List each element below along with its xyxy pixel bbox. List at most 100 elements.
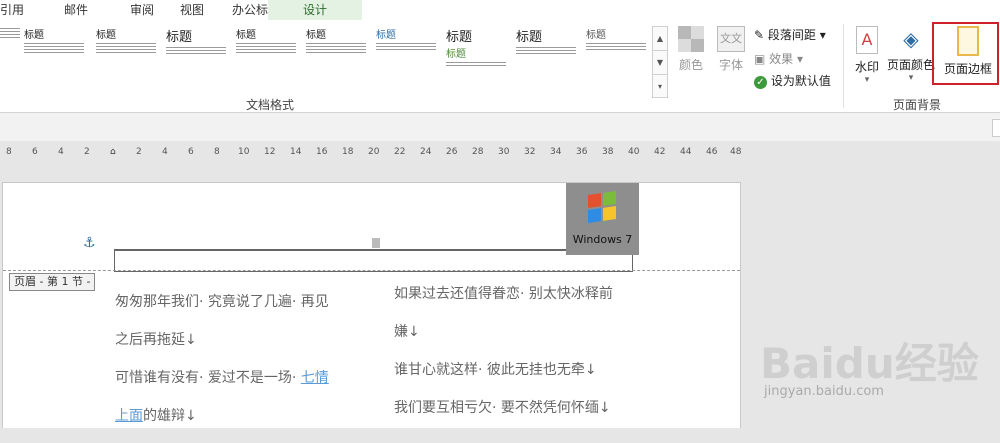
text-column-left[interactable]: 匆匆那年我们· 究竟说了几遍· 再见 之后再拖延↓ 可惜谁有没有· 爱过不是一场… [115,291,329,443]
chevron-down-icon: ▾ [864,75,870,85]
horizontal-ruler[interactable]: 8 6 4 2 ⌂ 2 4 6 8 10 12 14 16 18 20 22 2… [0,141,745,163]
style-thumb-8[interactable]: 标题 [516,26,576,96]
style-thumb-5[interactable]: 标题 [306,26,366,96]
ruler-tick: 4 [58,147,64,157]
ruler-tick: 8 [214,147,220,157]
ruler-tick: 30 [498,147,510,157]
header-border-box [114,249,633,272]
ruler-tick: 10 [238,147,250,157]
strip-control[interactable] [992,119,1000,137]
style-title: 标题 [376,30,396,41]
style-title: 标题 [516,30,543,45]
text-line: 上面的雄辩↓ [115,405,329,443]
ruler-tick: 4 [162,147,168,157]
watermark-icon: A [856,26,878,54]
header-section-label: 页眉 - 第 1 节 - [9,273,96,291]
ruler-tick: 44 [680,147,692,157]
effects-button[interactable]: ▣ 效果 ▾ [754,50,803,67]
styles-group-label: 文档格式 [246,98,295,112]
page-color-label: 页面颜色 [886,58,935,72]
hyperlink-text[interactable]: 七情 [301,370,329,386]
ribbon-tabs: 引用 邮件 审阅 视图 办公标签 设计 [0,0,1000,20]
style-title: 标题 [24,30,44,41]
style-thumb-0[interactable] [0,26,20,96]
colors-label: 颜色 [678,58,703,72]
windows-logo-text: Windows 7 [572,233,633,246]
text-line: 谁甘心就这样· 彼此无挂也无牵↓ [394,362,597,378]
style-thumb-9[interactable]: 标题 [586,26,646,96]
ruler-tick: 6 [188,147,194,157]
check-circle-icon: ✓ [754,76,767,89]
windows-logo-image[interactable]: Windows 7 [566,183,639,255]
ruler-tick: 2 [84,147,90,157]
header-separator [3,270,740,271]
group-divider [843,24,844,108]
style-thumb-3[interactable]: 标题 [166,26,226,96]
ruler-tick: 2 [136,147,142,157]
style-thumb-4[interactable]: 标题 [236,26,296,96]
ruler-tick: 32 [524,147,536,157]
tab-design[interactable]: 设计 [268,0,362,20]
highlight-box [932,22,999,85]
ruler-tick: 12 [264,147,276,157]
fonts-button[interactable]: 文文 字体 [716,26,746,73]
text-line: 我们要互相亏欠· 要不然凭何怀缅↓ [394,400,611,416]
tab-review[interactable]: 审阅 [130,0,160,20]
tab-view[interactable]: 视图 [180,0,210,20]
text-line: 嫌↓ [394,324,420,340]
ribbon: 标题 标题 标题 标题 标题 标题 标题 标题 标题 标题 ▲ ▼ ▾ 文档格式 [0,20,1000,113]
windows-flag-icon [588,191,616,223]
paragraph-spacing-button[interactable]: ✎ 段落间距 ▾ [754,26,826,43]
watermark-button[interactable]: A 水印 ▾ [852,26,882,85]
style-thumb-1[interactable]: 标题 [24,26,84,96]
ruler-tick: 36 [576,147,588,157]
paint-bucket-icon: ◈ [903,27,919,51]
indent-marker-icon[interactable]: ⌂ [110,147,116,157]
ruler-tick: 16 [316,147,328,157]
fonts-label: 字体 [718,58,743,72]
chevron-down-icon: ▾ [908,73,914,83]
style-title: 标题 [166,30,193,45]
text-line: 如果过去还值得眷恋· 别太快冰释前 [394,286,613,302]
gallery-scroll[interactable]: ▲ ▼ ▾ [652,26,668,98]
hyperlink-text[interactable]: 上面 [115,408,143,424]
style-subtitle: 标题 [446,49,466,60]
page-color-button[interactable]: ◈ 页面颜色 ▾ [886,26,936,83]
set-default-label: 设为默认值 [770,74,831,88]
fonts-icon: 文文 [717,26,745,52]
scroll-up-icon[interactable]: ▲ [653,27,667,51]
style-thumb-2[interactable]: 标题 [96,26,156,96]
baidu-watermark: Baidu经验 [760,339,979,388]
text-line: 匆匆那年我们· 究竟说了几遍· 再见 [115,294,329,310]
style-title: 标题 [306,30,326,41]
watermark-label: 水印 [854,60,879,74]
ruler-tick: 38 [602,147,614,157]
header-marker [372,238,380,248]
ruler-tick: 48 [730,147,742,157]
ruler-tick: 20 [368,147,380,157]
colors-button[interactable]: 颜色 [676,26,706,73]
set-default-button[interactable]: ✓ 设为默认值 [754,72,831,89]
paragraph-spacing-label: 段落间距 [767,28,816,42]
ruler-tick: 14 [290,147,302,157]
style-thumb-6[interactable]: 标题 [376,26,436,96]
colors-icon [678,26,704,52]
ruler-tick: 6 [32,147,38,157]
ruler-tick: 40 [628,147,640,157]
scroll-down-icon[interactable]: ▼ [653,51,667,75]
text-span: 可惜谁有没有· 爱过不是一场· [115,370,301,386]
tab-mailings[interactable]: 邮件 [64,0,94,20]
ruler-tick: 26 [446,147,458,157]
text-column-right[interactable]: 如果过去还值得眷恋· 别太快冰释前 嫌↓ 谁甘心就这样· 彼此无挂也无牵↓ 我们… [394,283,613,435]
ruler-tick: 42 [654,147,666,157]
tab-references[interactable]: 引用 [0,0,30,20]
paragraph-spacing-icon: ✎ [754,28,765,42]
style-thumb-7[interactable]: 标题 标题 [446,26,506,96]
ruler-tick: 18 [342,147,354,157]
baidu-watermark-url: jingyan.baidu.com [764,384,884,399]
text-line: 之后再拖延↓ [115,332,197,348]
gallery-more-icon[interactable]: ▾ [653,75,667,98]
text-line: 可惜谁有没有· 爱过不是一场· 七情 [115,367,329,405]
style-title: 标题 [586,30,606,41]
effects-label: 效果 [769,52,794,66]
